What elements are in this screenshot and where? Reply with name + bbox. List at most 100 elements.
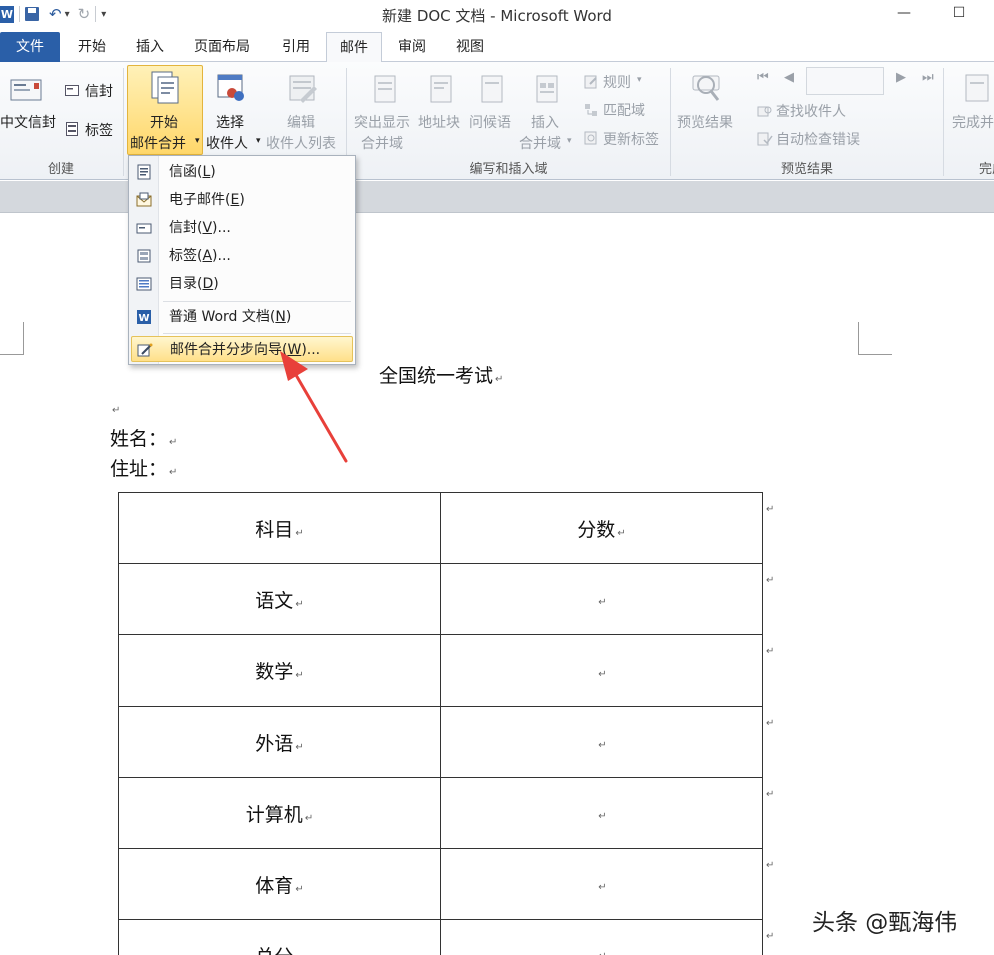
wizard-icon bbox=[137, 343, 153, 357]
update-labels-icon bbox=[584, 131, 598, 145]
record-number-input[interactable] bbox=[806, 67, 884, 95]
table-cell[interactable]: ↵ bbox=[440, 563, 763, 635]
score-table[interactable]: 科目↵ 分数↵ 语文↵ ↵ 数学↵ ↵ 外语↵ ↵ 计算机↵ ↵ 体育↵ ↵ 总… bbox=[118, 492, 763, 955]
table-header-cell[interactable]: 科目 ↵ bbox=[118, 492, 441, 564]
window-title: 新建 DOC 文档 - Microsoft Word bbox=[382, 7, 612, 25]
address-block-button[interactable]: 地址块 bbox=[418, 112, 460, 132]
ribbon-tabs: 文件 开始 插入 页面布局 引用 邮件 审阅 视图 bbox=[0, 32, 994, 63]
auto-check-errors-button[interactable]: 自动检查错误 bbox=[776, 129, 860, 149]
table-cell[interactable]: 体育 ↵ bbox=[118, 848, 441, 920]
empty-paragraph: ↵ bbox=[112, 405, 121, 416]
table-cell[interactable]: ↵ bbox=[440, 848, 763, 920]
row-end-mark: ↵ bbox=[766, 860, 775, 871]
tab-mailings[interactable]: 邮件 bbox=[326, 32, 382, 63]
start-mail-merge-menu: 信函(L) 电子邮件(E) 信封(V)... 标签(A)... 目录(D) W … bbox=[128, 155, 356, 365]
chinese-envelope-icon bbox=[10, 78, 42, 102]
select-recipients-line2[interactable]: 收件人 bbox=[206, 133, 248, 153]
labels-button[interactable]: 标签 bbox=[85, 120, 113, 140]
match-fields-button[interactable]: 匹配域 bbox=[603, 100, 645, 120]
auto-check-errors-icon bbox=[757, 132, 773, 146]
select-recipients-line1[interactable]: 选择 bbox=[216, 112, 244, 132]
row-end-mark: ↵ bbox=[766, 504, 775, 515]
finish-merge-icon bbox=[960, 72, 994, 106]
tab-insert[interactable]: 插入 bbox=[124, 32, 176, 62]
address-field: 住址： ↵ bbox=[110, 458, 178, 480]
letter-icon bbox=[137, 164, 151, 180]
rules-button[interactable]: 规则 bbox=[603, 72, 631, 92]
menu-item-directory[interactable]: 目录(D) bbox=[131, 271, 353, 297]
name-field: 姓名： ↵ bbox=[110, 428, 178, 450]
menu-item-labels[interactable]: 标签(A)... bbox=[131, 243, 353, 269]
table-cell[interactable]: ↵ bbox=[440, 919, 763, 955]
menu-item-label: 普通 Word 文档(N) bbox=[169, 309, 292, 325]
highlight-merge-fields-line1[interactable]: 突出显示 bbox=[354, 112, 410, 132]
insert-merge-field-icon bbox=[534, 74, 560, 104]
select-recipients-arrow-icon: ▾ bbox=[256, 136, 261, 146]
tab-view[interactable]: 视图 bbox=[444, 32, 496, 62]
tab-review[interactable]: 审阅 bbox=[386, 32, 438, 62]
page-corner-mark bbox=[0, 322, 24, 355]
table-cell[interactable]: ↵ bbox=[440, 634, 763, 707]
menu-item-normal-word-document[interactable]: W 普通 Word 文档(N) bbox=[131, 304, 353, 330]
update-labels-button[interactable]: 更新标签 bbox=[603, 129, 659, 149]
last-record-icon[interactable]: ⏭ bbox=[922, 70, 934, 85]
page-corner-mark bbox=[858, 322, 892, 355]
envelope-icon bbox=[136, 223, 152, 234]
insert-merge-field-line1[interactable]: 插入 bbox=[531, 112, 559, 132]
find-recipient-button[interactable]: 查找收件人 bbox=[776, 101, 846, 121]
tab-file[interactable]: 文件 bbox=[0, 32, 60, 62]
address-block-icon bbox=[428, 74, 454, 104]
table-header-cell[interactable]: 分数 ↵ bbox=[440, 492, 763, 564]
insert-merge-field-line2[interactable]: 合并域 bbox=[519, 133, 561, 153]
tab-references[interactable]: 引用 bbox=[270, 32, 322, 62]
insert-merge-field-arrow-icon: ▾ bbox=[567, 136, 572, 146]
table-cell[interactable]: 外语 ↵ bbox=[118, 706, 441, 778]
edit-recipient-list-line2[interactable]: 收件人列表 bbox=[266, 133, 336, 153]
start-mail-merge-arrow-icon: ▾ bbox=[195, 136, 200, 146]
tab-home[interactable]: 开始 bbox=[66, 32, 118, 62]
menu-item-label: 标签(A)... bbox=[169, 248, 231, 264]
menu-separator bbox=[163, 301, 351, 302]
select-recipients-icon bbox=[215, 72, 249, 106]
table-cell[interactable]: 计算机 ↵ bbox=[118, 777, 441, 849]
envelope-icon bbox=[65, 84, 79, 96]
preview-results-button[interactable]: 预览结果 bbox=[677, 112, 733, 132]
minimize-button[interactable]: — bbox=[893, 2, 915, 24]
group-label-preview: 预览结果 bbox=[780, 162, 833, 177]
maximize-button[interactable]: ☐ bbox=[948, 2, 970, 24]
first-record-icon[interactable]: ⏮ bbox=[757, 70, 769, 85]
table-cell[interactable]: 总分↵ bbox=[118, 919, 441, 955]
chinese-envelope-button[interactable]: 中文信封 bbox=[0, 112, 56, 132]
menu-separator bbox=[163, 333, 351, 334]
menu-item-email-messages[interactable]: 电子邮件(E) bbox=[131, 187, 353, 213]
title-bar: W ↶ ▾ ↻ ▾ 新建 DOC 文档 - Microsoft Word — ☐ bbox=[0, 0, 994, 30]
envelope-button[interactable]: 信封 bbox=[85, 81, 113, 101]
table-cell[interactable]: ↵ bbox=[440, 777, 763, 849]
finish-merge-button[interactable]: 完成并 bbox=[952, 112, 994, 132]
next-record-icon[interactable]: ▶ bbox=[896, 70, 906, 85]
menu-item-label: 电子邮件(E) bbox=[169, 192, 245, 208]
directory-icon bbox=[136, 277, 152, 291]
edit-recipient-list-icon bbox=[286, 72, 320, 106]
preview-results-icon bbox=[690, 72, 724, 106]
edit-recipient-list-line1[interactable]: 编辑 bbox=[287, 112, 315, 132]
table-cell[interactable]: 语文 ↵ bbox=[118, 563, 441, 635]
table-cell[interactable]: ↵ bbox=[440, 706, 763, 778]
menu-item-letters[interactable]: 信函(L) bbox=[131, 159, 353, 185]
group-label-finish: 完成 bbox=[978, 162, 994, 177]
tab-page-layout[interactable]: 页面布局 bbox=[184, 32, 260, 62]
previous-record-icon[interactable]: ◀ bbox=[784, 70, 794, 85]
highlight-fields-icon bbox=[372, 74, 398, 104]
table-cell[interactable]: 数学 ↵ bbox=[118, 634, 441, 707]
menu-item-envelopes[interactable]: 信封(V)... bbox=[131, 215, 353, 241]
menu-item-label: 信封(V)... bbox=[169, 220, 231, 236]
start-mail-merge-line2: 邮件合并 bbox=[130, 136, 186, 152]
highlight-merge-fields-line2[interactable]: 合并域 bbox=[361, 133, 403, 153]
row-end-mark: ↵ bbox=[766, 931, 775, 942]
group-label-create: 创建 bbox=[47, 162, 74, 177]
greeting-line-button[interactable]: 问候语 bbox=[469, 112, 511, 132]
row-end-mark: ↵ bbox=[766, 789, 775, 800]
menu-item-label: 信函(L) bbox=[169, 164, 216, 180]
find-recipient-icon bbox=[757, 104, 773, 118]
row-end-mark: ↵ bbox=[766, 646, 775, 657]
